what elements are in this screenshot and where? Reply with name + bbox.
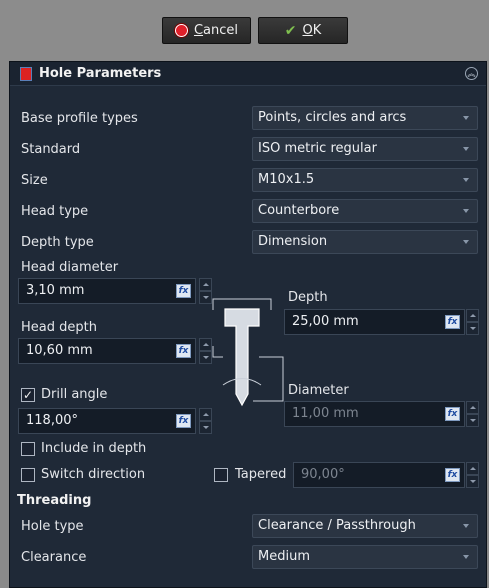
cancel-icon	[174, 24, 188, 37]
clearance-label: Clearance	[21, 550, 87, 565]
diameter-stepper[interactable]	[466, 401, 479, 427]
diameter-label: Diameter	[288, 383, 349, 398]
base-profile-value: Points, circles and arcs	[258, 110, 407, 125]
head-type-label: Head type	[21, 204, 89, 219]
cancel-label: Cancel	[193, 23, 239, 38]
clearance-combo[interactable]: Medium	[252, 545, 478, 569]
hole-feature-icon	[20, 67, 32, 81]
drill-angle-checkbox[interactable]: ✓	[21, 388, 35, 402]
ok-button[interactable]: ✔ OK	[258, 17, 348, 44]
spin-down-icon[interactable]	[466, 475, 479, 488]
head-type-combo[interactable]: Counterbore	[252, 199, 478, 223]
standard-combo[interactable]: ISO metric regular	[252, 137, 478, 161]
switch-direction-checkbox[interactable]	[21, 468, 35, 482]
drill-angle-input[interactable]: 118,00° fx	[18, 408, 196, 434]
tapered-angle-value: 90,00°	[301, 467, 345, 482]
hole-type-label: Hole type	[21, 519, 84, 534]
depth-type-combo[interactable]: Dimension	[252, 230, 478, 254]
head-diameter-value: 3,10 mm	[26, 283, 85, 298]
dropdown-arrow-icon	[463, 240, 469, 244]
drill-angle-stepper[interactable]	[199, 408, 212, 434]
hole-type-combo[interactable]: Clearance / Passthrough	[252, 514, 478, 538]
panel-header[interactable]: Hole Parameters ︽	[10, 62, 486, 86]
depth-type-label: Depth type	[21, 235, 94, 250]
spin-down-icon[interactable]	[466, 414, 479, 427]
dropdown-arrow-icon	[463, 555, 469, 559]
dialog-button-bar: Cancel ✔ OK	[0, 0, 489, 60]
depth-stepper[interactable]	[466, 309, 479, 335]
tapered-angle-input[interactable]: 90,00° fx	[293, 462, 465, 488]
diameter-value: 11,00 mm	[292, 406, 359, 421]
depth-type-value: Dimension	[258, 234, 328, 249]
dropdown-arrow-icon	[463, 524, 469, 528]
spin-down-icon[interactable]	[199, 421, 212, 434]
base-profile-combo[interactable]: Points, circles and arcs	[252, 106, 478, 130]
collapse-up-icon[interactable]: ︽	[465, 67, 478, 80]
include-in-depth-label: Include in depth	[41, 441, 147, 456]
depth-input[interactable]: 25,00 mm fx	[284, 309, 465, 335]
spin-up-icon[interactable]	[466, 401, 479, 414]
hole-diagram	[212, 298, 284, 407]
panel-title: Hole Parameters	[39, 66, 162, 81]
spin-up-icon[interactable]	[466, 462, 479, 475]
dropdown-arrow-icon	[463, 178, 469, 182]
fx-formula-icon[interactable]: fx	[176, 414, 191, 428]
fx-formula-icon[interactable]: fx	[445, 468, 460, 482]
head-diameter-input[interactable]: 3,10 mm fx	[18, 278, 196, 304]
fx-formula-icon[interactable]: fx	[445, 315, 460, 329]
ok-check-icon: ✔	[284, 22, 297, 39]
drill-angle-label: Drill angle	[41, 387, 108, 402]
base-profile-label: Base profile types	[21, 111, 138, 126]
size-value: M10x1.5	[258, 172, 315, 187]
dropdown-arrow-icon	[463, 116, 469, 120]
head-depth-label: Head depth	[21, 320, 97, 335]
threading-section-title: Threading	[17, 493, 92, 508]
depth-value: 25,00 mm	[292, 314, 359, 329]
hole-type-value: Clearance / Passthrough	[258, 518, 416, 533]
drill-angle-value: 118,00°	[26, 413, 78, 428]
size-combo[interactable]: M10x1.5	[252, 168, 478, 192]
diameter-input[interactable]: 11,00 mm fx	[284, 401, 465, 427]
tapered-label: Tapered	[235, 467, 287, 482]
spin-down-icon[interactable]	[466, 322, 479, 335]
fx-formula-icon[interactable]: fx	[176, 344, 191, 358]
cancel-button[interactable]: Cancel	[162, 17, 251, 44]
dropdown-arrow-icon	[463, 147, 469, 151]
head-type-value: Counterbore	[258, 203, 340, 218]
dropdown-arrow-icon	[463, 209, 469, 213]
clearance-value: Medium	[258, 549, 310, 564]
fx-formula-icon[interactable]: fx	[445, 407, 460, 421]
ok-label: OK	[302, 23, 322, 38]
tapered-checkbox[interactable]	[214, 468, 228, 482]
standard-label: Standard	[21, 142, 81, 157]
include-in-depth-checkbox[interactable]	[21, 442, 35, 456]
spin-up-icon[interactable]	[199, 408, 212, 421]
head-depth-input[interactable]: 10,60 mm fx	[18, 338, 196, 364]
tapered-angle-stepper[interactable]	[466, 462, 479, 488]
head-depth-value: 10,60 mm	[26, 343, 93, 358]
fx-formula-icon[interactable]: fx	[176, 284, 191, 298]
size-label: Size	[21, 173, 48, 188]
depth-label: Depth	[288, 290, 328, 305]
switch-direction-label: Switch direction	[41, 467, 146, 482]
hole-parameters-panel: Hole Parameters ︽ Base profile types Poi…	[9, 61, 487, 588]
head-diameter-label: Head diameter	[21, 260, 119, 275]
spin-up-icon[interactable]	[466, 309, 479, 322]
standard-value: ISO metric regular	[258, 141, 377, 156]
